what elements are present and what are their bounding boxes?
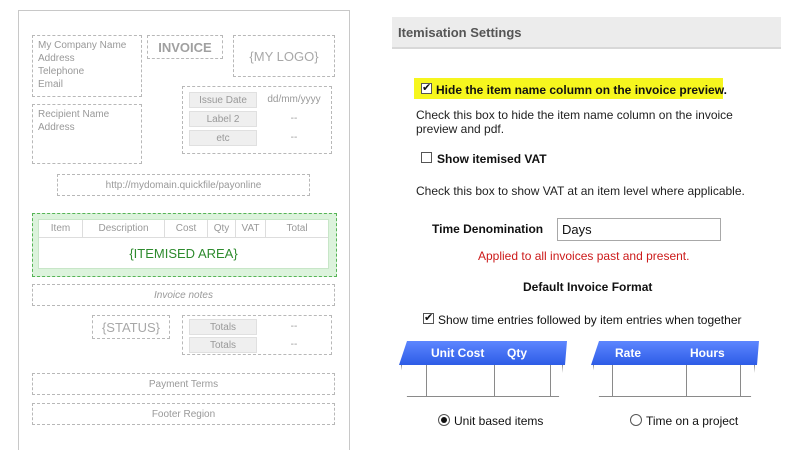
meta-row: Label 2 -- [189,111,325,128]
company-telephone: Telephone [38,66,85,77]
column-header-cost: Cost [165,220,208,237]
company-name: My Company Name [38,40,127,51]
meta-value: dd/mm/yyyy [267,94,321,105]
show-time-entries-checkbox[interactable] [423,311,434,324]
unit-based-radio[interactable] [438,414,450,426]
show-itemised-vat-help: Check this box to show VAT at an item le… [416,184,745,198]
recipient-name: Recipient Name [38,109,110,120]
unit-format-header: Unit Cost Qty [399,341,567,365]
invoice-preview: My Company Name Address Telephone Email … [18,10,350,450]
hide-item-name-checkbox[interactable] [421,81,432,94]
payment-terms[interactable]: Payment Terms [32,373,335,395]
invoice-notes[interactable]: Invoice notes [32,284,335,306]
rate-header: Rate [615,346,642,360]
unit-based-label[interactable]: Unit based items [454,414,543,428]
show-time-entries-label[interactable]: Show time entries followed by item entri… [438,313,742,327]
invoice-meta-box[interactable]: Issue Date dd/mm/yyyy Label 2 -- etc -- [182,86,332,154]
itemised-area-label: {ITEMISED AREA} [129,245,238,261]
hide-item-name-help: Check this box to hide the item name col… [416,108,733,136]
qty-header: Qty [507,346,528,360]
meta-row: Issue Date dd/mm/yyyy [189,92,325,109]
time-denomination-label: Time Denomination [432,222,544,236]
show-itemised-vat-label[interactable]: Show itemised VAT [437,152,547,166]
items-table: Item Description Cost Qty VAT Total {ITE… [38,219,329,269]
time-project-radio[interactable] [630,414,642,426]
default-format-title: Default Invoice Format [523,280,653,294]
totals-value: -- [290,339,298,350]
recipient-address: Address [38,122,75,133]
invoice-title: INVOICE [147,35,223,59]
itemised-area-box[interactable]: Item Description Cost Qty VAT Total {ITE… [32,213,337,277]
settings-title: Itemisation Settings [398,25,522,40]
column-header-qty: Qty [208,220,236,237]
unit-cost-header: Unit Cost [431,346,485,360]
meta-value: -- [290,132,298,143]
totals-row: Totals -- [189,319,325,336]
status-placeholder[interactable]: {STATUS} [92,315,170,339]
divider [686,365,687,397]
company-address: Address [38,53,75,64]
settings-header: Itemisation Settings [392,17,781,49]
time-format-body [593,365,755,397]
divider [612,365,613,397]
recipient-details-box[interactable]: Recipient Name Address [32,104,142,164]
meta-label: Issue Date [189,92,257,108]
column-header-description: Description [83,220,165,237]
hours-header: Hours [690,346,725,360]
divider [550,365,551,397]
meta-label: Label 2 [189,111,257,127]
time-project-label[interactable]: Time on a project [646,414,738,428]
show-itemised-vat-checkbox[interactable] [421,152,432,163]
totals-box[interactable]: Totals -- Totals -- [182,315,332,355]
payment-url[interactable]: http://mydomain.quickfile/payonline [57,174,310,196]
time-format-header: Rate Hours [591,341,759,365]
column-header-vat: VAT [236,220,266,237]
totals-value: -- [290,321,298,332]
company-email: Email [38,79,64,90]
meta-value: -- [290,113,298,124]
divider [494,365,495,397]
divider [740,365,741,397]
meta-row: etc -- [189,130,325,147]
meta-label: etc [189,130,257,146]
totals-row: Totals -- [189,337,325,354]
help-line: preview and pdf. [416,122,505,136]
logo-placeholder[interactable]: {MY LOGO} [233,35,335,77]
divider [426,365,427,397]
applied-note: Applied to all invoices past and present… [478,249,690,263]
time-denomination-input[interactable] [557,218,721,241]
footer-region[interactable]: Footer Region [32,403,335,425]
company-details-box[interactable]: My Company Name Address Telephone Email [32,35,142,97]
totals-label: Totals [189,319,257,335]
column-header-total: Total [286,223,308,234]
hide-item-name-label[interactable]: Hide the item name column on the invoice… [436,83,727,97]
totals-label: Totals [189,337,257,353]
column-header-item: Item [39,220,83,237]
help-line: Check this box to hide the item name col… [416,108,733,122]
unit-format-body [401,365,563,397]
